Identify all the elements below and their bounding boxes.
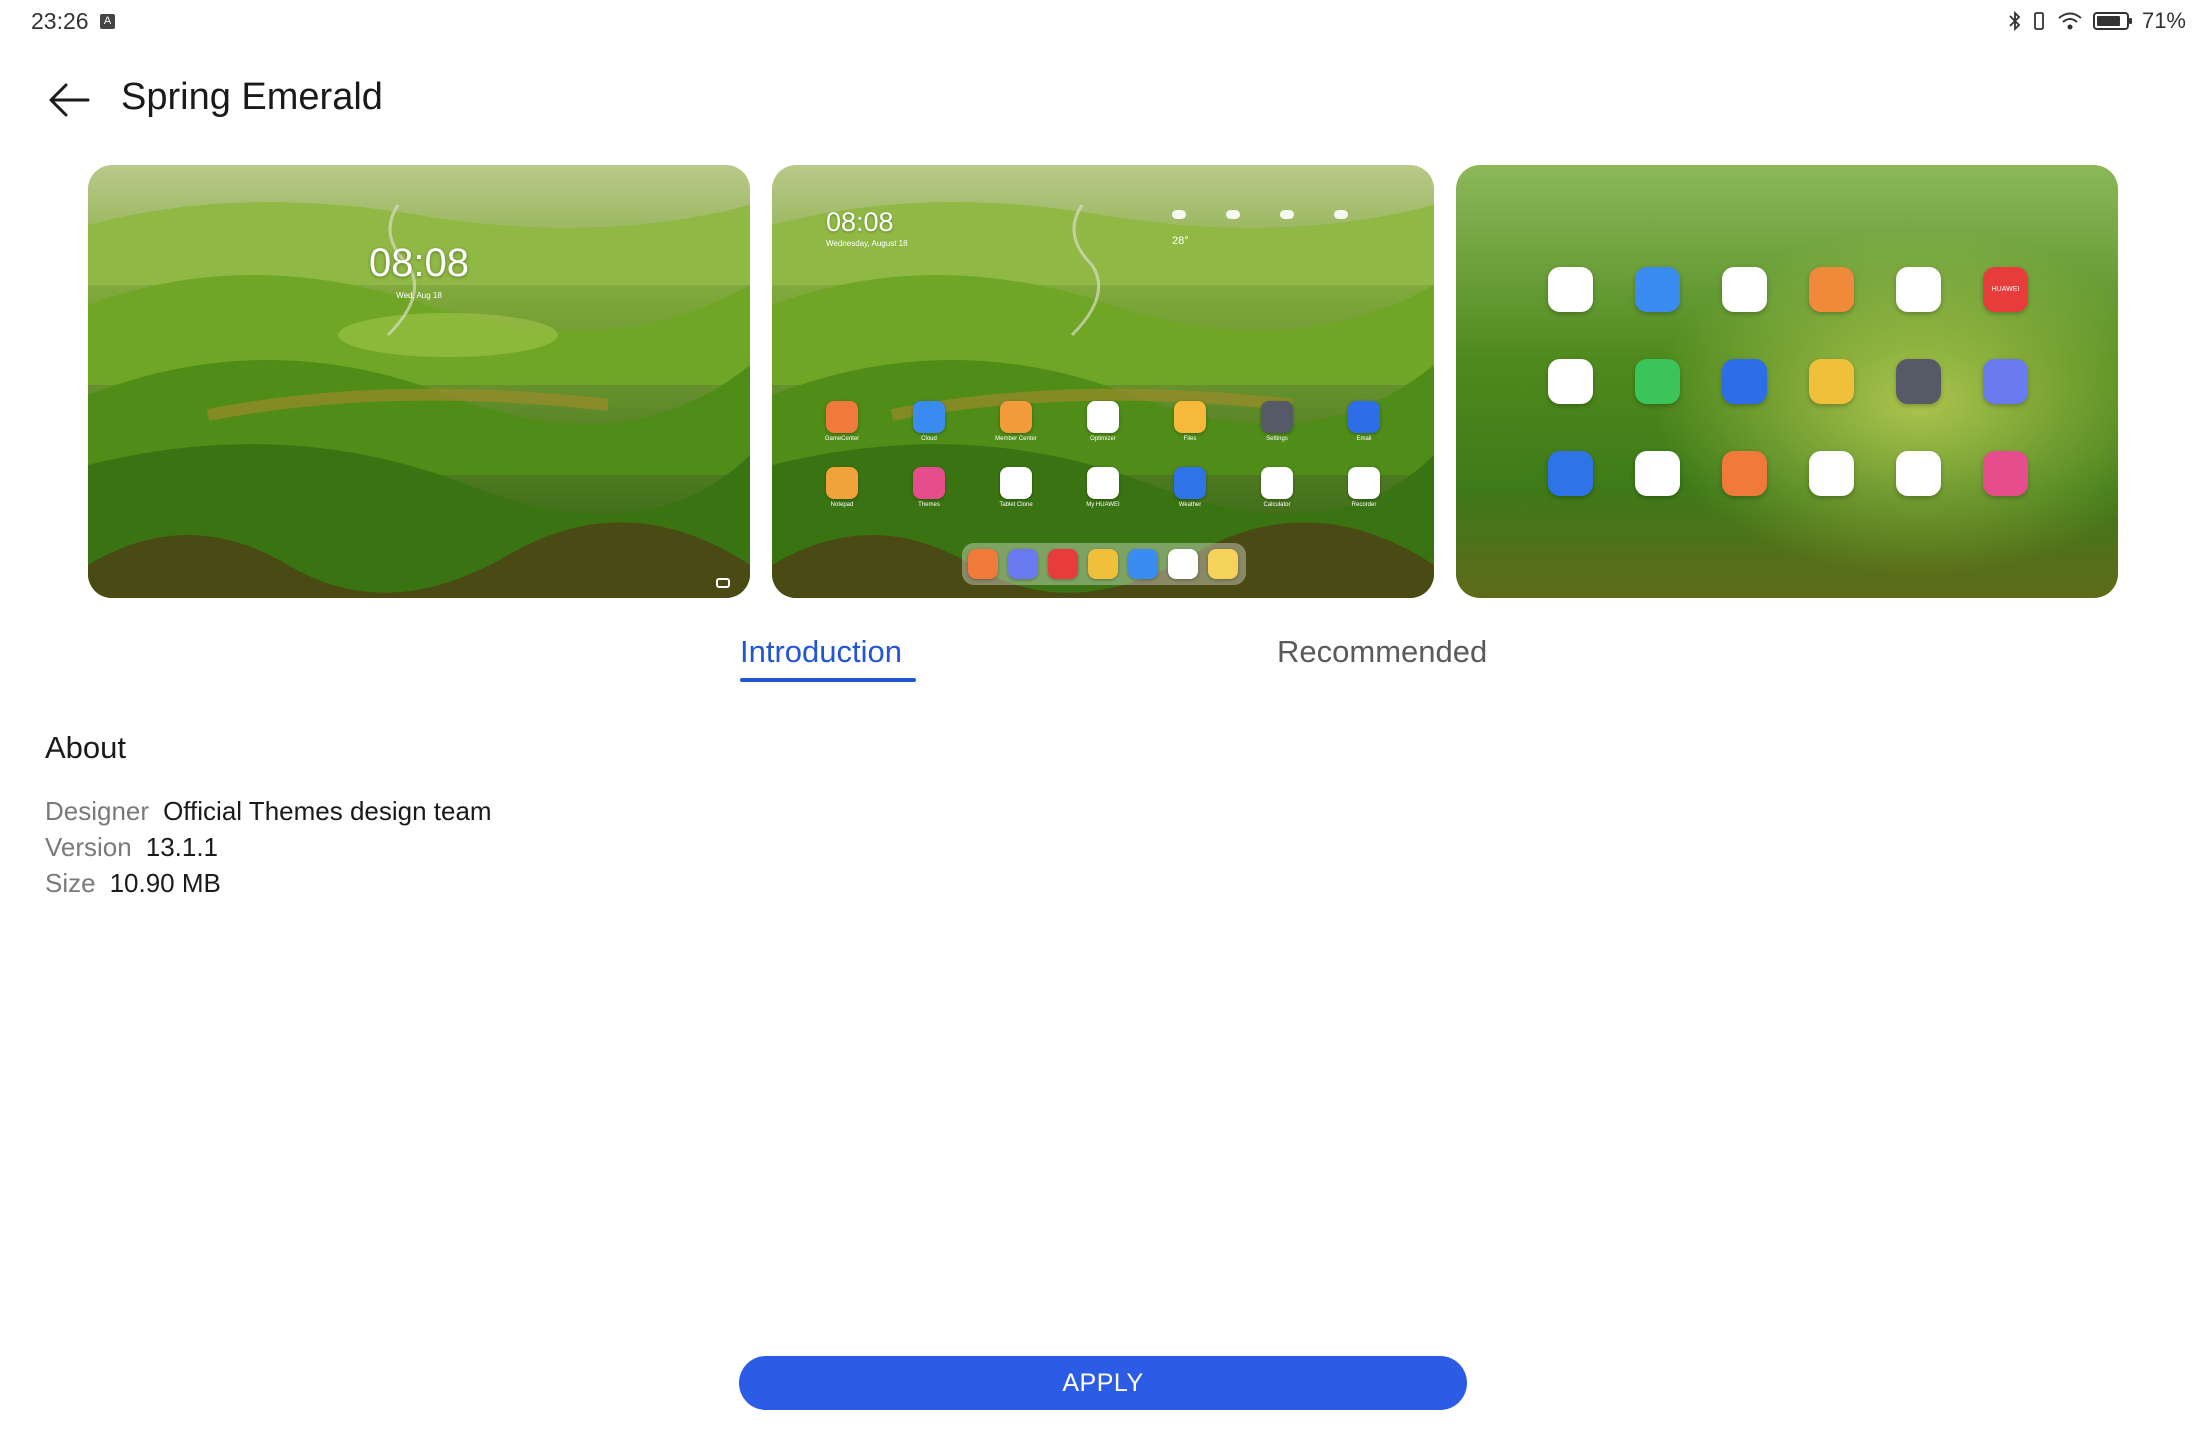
tips-icon bbox=[1983, 451, 2028, 496]
app-label: Member Center bbox=[995, 436, 1037, 442]
tab-introduction[interactable]: Introduction bbox=[740, 634, 902, 670]
vibrate-icon bbox=[2034, 12, 2044, 30]
lock-date: Wed, Aug 18 bbox=[396, 291, 442, 300]
camera-icon bbox=[1896, 267, 1941, 312]
clock-icon bbox=[1809, 451, 1854, 496]
weather-icon bbox=[1174, 467, 1206, 499]
themes-icon bbox=[1088, 549, 1118, 579]
a-notification-icon: A bbox=[100, 14, 115, 29]
lock-screen-preview[interactable]: 08:08 Wed, Aug 18 bbox=[88, 165, 750, 598]
cloud-icon bbox=[1226, 210, 1240, 219]
calculator-icon bbox=[1261, 467, 1293, 499]
dock bbox=[962, 543, 1246, 585]
page-title: Spring Emerald bbox=[121, 76, 383, 118]
member-center-icon bbox=[1000, 401, 1032, 433]
app-label: Themes bbox=[918, 502, 940, 508]
camera-icon bbox=[1168, 549, 1198, 579]
apply-button[interactable]: APPLY bbox=[739, 1356, 1467, 1410]
icons-preview[interactable]: HUAWEI bbox=[1456, 165, 2118, 598]
browser-icon bbox=[1128, 549, 1158, 579]
settings-icon bbox=[1261, 401, 1293, 433]
tablet-clone-icon bbox=[1000, 467, 1032, 499]
cloud-icon bbox=[913, 401, 945, 433]
bluetooth-icon bbox=[2009, 10, 2021, 32]
app-label: Cloud bbox=[921, 436, 937, 442]
app-label: Tablet Clone bbox=[999, 502, 1033, 508]
cloud-icon bbox=[1334, 210, 1348, 219]
app-label: Email bbox=[1356, 436, 1372, 442]
wallpaper-image bbox=[88, 165, 750, 598]
app-label: My HUAWEI bbox=[1086, 502, 1120, 508]
version-row: Version 13.1.1 bbox=[45, 832, 218, 863]
email-icon bbox=[1722, 359, 1767, 404]
battery-percentage: 71% bbox=[2141, 8, 2186, 33]
cloud-icon bbox=[1172, 210, 1186, 219]
app-label: Files bbox=[1183, 436, 1197, 442]
contacts-icon bbox=[1635, 267, 1680, 312]
settings-icon bbox=[1896, 359, 1941, 404]
size-label: Size bbox=[45, 868, 96, 898]
themes-icon bbox=[1809, 359, 1854, 404]
appgallery-icon bbox=[1048, 549, 1078, 579]
weather-widget bbox=[1172, 210, 1348, 219]
optimizer-icon bbox=[1087, 401, 1119, 433]
home-screen-preview[interactable]: 08:08 Wednesday, August 18 28° GameCente… bbox=[772, 165, 1434, 598]
music-icon bbox=[1008, 549, 1038, 579]
app-label: Calculator bbox=[1263, 502, 1291, 508]
gallery-icon bbox=[1722, 267, 1767, 312]
app-label: Weather bbox=[1178, 502, 1202, 508]
designer-label: Designer bbox=[45, 796, 150, 826]
camera-icon bbox=[716, 578, 730, 588]
version-label: Version bbox=[45, 832, 132, 862]
tab-recommended[interactable]: Recommended bbox=[1277, 634, 1487, 670]
active-tab-indicator bbox=[740, 678, 916, 682]
status-icons: 71% bbox=[2008, 8, 2186, 34]
weather-temperature: 28° bbox=[1172, 235, 1189, 247]
home-date: Wednesday, August 18 bbox=[826, 239, 908, 248]
theme-preview-carousel[interactable]: 08:08 Wed, Aug 18 08:08 Wednesday, Augus… bbox=[88, 165, 2119, 598]
music-icon bbox=[1983, 359, 2028, 404]
about-heading: About bbox=[45, 730, 127, 765]
size-value: 10.90 MB bbox=[109, 868, 221, 898]
gallery-icon bbox=[1208, 549, 1238, 579]
app-label: Optimizer bbox=[1090, 436, 1116, 442]
recorder-icon bbox=[1348, 467, 1380, 499]
designer-value: Official Themes design team bbox=[163, 796, 492, 826]
app-label: Notepad bbox=[830, 502, 854, 508]
home-clock: 08:08 bbox=[826, 207, 894, 237]
designer-row: Designer Official Themes design team bbox=[45, 796, 492, 827]
themes-icon bbox=[913, 467, 945, 499]
app-label: Settings bbox=[1266, 436, 1288, 442]
cloud-icon bbox=[1280, 210, 1294, 219]
back-button[interactable] bbox=[42, 73, 96, 127]
app-label: Recorder bbox=[1351, 502, 1377, 508]
video-icon bbox=[1722, 451, 1767, 496]
browser-icon bbox=[1548, 267, 1593, 312]
calculator-icon bbox=[1548, 359, 1593, 404]
email-icon bbox=[1348, 401, 1380, 433]
appgallery-icon: HUAWEI bbox=[1983, 267, 2028, 312]
meetime-icon bbox=[1635, 359, 1680, 404]
version-value: 13.1.1 bbox=[145, 832, 219, 862]
video-icon bbox=[968, 549, 998, 579]
lock-clock: 08:08 bbox=[368, 241, 470, 285]
app-label: GameCenter bbox=[824, 436, 860, 442]
optimizer-icon bbox=[1635, 451, 1680, 496]
wifi-icon bbox=[2058, 12, 2082, 30]
files-icon bbox=[1174, 401, 1206, 433]
status-time: 23:26 bbox=[31, 8, 89, 34]
my-huawei-icon bbox=[1087, 467, 1119, 499]
battery-icon bbox=[2092, 12, 2132, 30]
size-row: Size 10.90 MB bbox=[45, 868, 221, 899]
gamecenter-icon bbox=[826, 401, 858, 433]
health-icon bbox=[1809, 267, 1854, 312]
back-arrow-icon bbox=[49, 83, 90, 117]
weather-icon bbox=[1548, 451, 1593, 496]
notepad-icon bbox=[1896, 451, 1941, 496]
notepad-icon bbox=[826, 467, 858, 499]
